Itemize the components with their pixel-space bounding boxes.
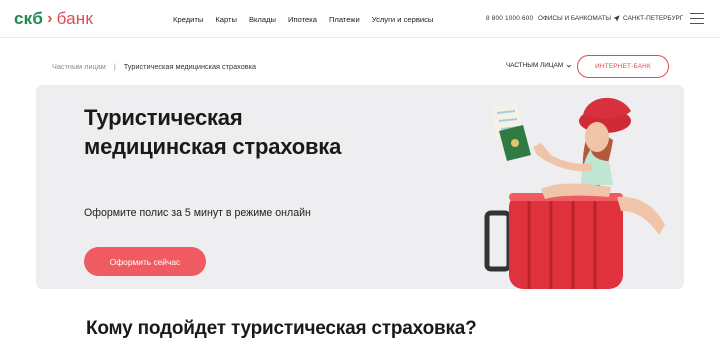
- location-arrow-icon: [613, 15, 620, 22]
- hero-banner: Туристическая медицинская страховка Офор…: [36, 85, 684, 289]
- nav-item-mortgage[interactable]: Ипотека: [288, 15, 317, 24]
- nav-item-deposits[interactable]: Вклады: [249, 15, 276, 24]
- city-label: Санкт-Петербург: [623, 15, 684, 22]
- section-who-suits-title: Кому подойдет туристическая страховка?: [86, 318, 477, 339]
- segment-dropdown[interactable]: Частным лицам: [506, 62, 572, 69]
- chevron-down-icon: [567, 64, 572, 67]
- breadcrumb: Частным лицам | Туристическая медицинска…: [52, 62, 256, 71]
- main-nav: Кредиты Карты Вклады Ипотека Платежи Усл…: [173, 15, 433, 24]
- skb-bank-logo[interactable]: скб › банк: [14, 9, 93, 29]
- apply-now-button[interactable]: Оформить сейчас: [84, 247, 206, 276]
- hamburger-icon[interactable]: [690, 13, 704, 24]
- nav-item-cards[interactable]: Карты: [215, 15, 237, 24]
- nav-item-services[interactable]: Услуги и сервисы: [372, 15, 434, 24]
- phone-link[interactable]: 8 800 1000 600: [486, 15, 533, 22]
- offices-atms-link[interactable]: Офисы и банкоматы: [538, 15, 611, 22]
- breadcrumb-separator: |: [113, 62, 116, 71]
- breadcrumb-current: Туристическая медицинская страховка: [123, 62, 257, 71]
- nav-item-credits[interactable]: Кредиты: [173, 15, 203, 24]
- nav-item-payments[interactable]: Платежи: [329, 15, 360, 24]
- breadcrumb-private-persons[interactable]: Частным лицам: [52, 62, 106, 71]
- segment-label: Частным лицам: [506, 62, 564, 69]
- city-selector[interactable]: Санкт-Петербург: [613, 15, 683, 22]
- internet-bank-button[interactable]: Интернет-банк: [577, 55, 669, 78]
- logo-chevron-icon: ›: [47, 10, 53, 27]
- woman-with-red-suitcase-illustration: [484, 97, 665, 289]
- logo-text-bank: банк: [56, 9, 94, 28]
- logo-text-skb: скб: [14, 9, 44, 28]
- hero-title: Туристическая медицинская страховка: [84, 105, 342, 159]
- top-header: скб › банк Кредиты Карты Вклады Ипотека …: [0, 0, 720, 38]
- hero-subtitle: Оформите полис за 5 минут в режиме онлай…: [84, 207, 311, 219]
